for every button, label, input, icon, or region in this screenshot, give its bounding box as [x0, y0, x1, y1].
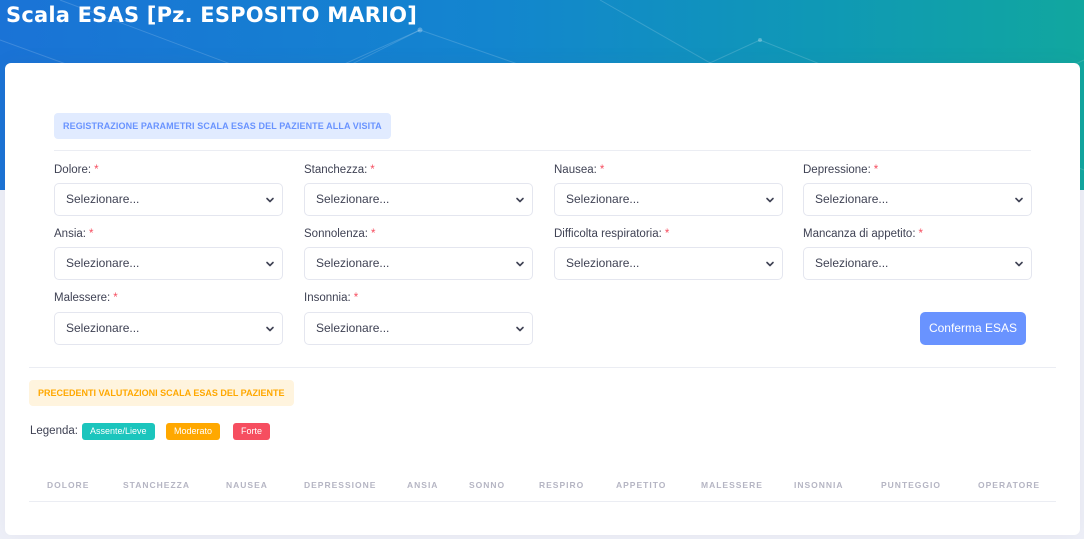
column-header-stanchezza[interactable]: STANCHEZZA — [123, 480, 190, 490]
select-ansia[interactable]: Selezionare... — [54, 247, 283, 280]
registration-section-title: REGISTRAZIONE PARAMETRI SCALA ESAS DEL P… — [54, 113, 391, 139]
column-header-operatore[interactable]: OPERATORE — [978, 480, 1040, 490]
label-difficolta-respiratoria: Difficolta respiratoria: * — [554, 228, 670, 240]
chevron-down-icon — [266, 261, 274, 267]
label-ansia: Ansia: * — [54, 228, 94, 240]
select-stanchezza[interactable]: Selezionare... — [304, 183, 533, 216]
chevron-down-icon — [1015, 197, 1023, 203]
column-header-dolore[interactable]: DOLORE — [47, 480, 89, 490]
select-insonnia[interactable]: Selezionare... — [304, 312, 533, 345]
select-depressione[interactable]: Selezionare... — [803, 183, 1032, 216]
chevron-down-icon — [1015, 261, 1023, 267]
chevron-down-icon — [516, 261, 524, 267]
chevron-down-icon — [516, 326, 524, 332]
chevron-down-icon — [516, 197, 524, 203]
select-difficolta-respiratoria[interactable]: Selezionare... — [554, 247, 783, 280]
select-dolore[interactable]: Selezionare... — [54, 183, 283, 216]
label-dolore: Dolore: * — [54, 164, 99, 176]
column-header-punteggio[interactable]: PUNTEGGIO — [881, 480, 941, 490]
chevron-down-icon — [766, 197, 774, 203]
confirm-esas-button[interactable]: Conferma ESAS — [920, 312, 1026, 345]
legend-forte: Forte — [233, 423, 271, 440]
label-nausea: Nausea: * — [554, 164, 605, 176]
divider — [54, 150, 1031, 151]
label-mancanza-appetito: Mancanza di appetito: * — [803, 228, 924, 240]
chevron-down-icon — [766, 261, 774, 267]
label-malessere: Malessere: * — [54, 292, 118, 304]
column-header-ansia[interactable]: ANSIA — [407, 480, 438, 490]
legend-assente-lieve: Assente/Lieve — [82, 423, 155, 440]
label-insonnia: Insonnia: * — [304, 292, 359, 304]
history-section-title: PRECEDENTI VALUTAZIONI SCALA ESAS DEL PA… — [29, 380, 294, 406]
column-header-appetito[interactable]: APPETITO — [616, 480, 666, 490]
table-divider — [29, 501, 1056, 502]
divider — [29, 367, 1056, 368]
legend-label: Legenda: — [30, 425, 78, 437]
label-stanchezza: Stanchezza: * — [304, 164, 375, 176]
legend-moderato: Moderato — [166, 423, 221, 440]
select-mancanza-appetito[interactable]: Selezionare... — [803, 247, 1032, 280]
chevron-down-icon — [266, 197, 274, 203]
select-nausea[interactable]: Selezionare... — [554, 183, 783, 216]
chevron-down-icon — [266, 326, 274, 332]
select-malessere[interactable]: Selezionare... — [54, 312, 283, 345]
column-header-sonno[interactable]: SONNO — [469, 480, 505, 490]
label-depressione: Depressione: * — [803, 164, 879, 176]
label-sonnolenza: Sonnolenza: * — [304, 228, 376, 240]
column-header-malessere[interactable]: MALESSERE — [701, 480, 763, 490]
column-header-respiro[interactable]: RESPIRO — [539, 480, 584, 490]
page-title: Scala ESAS [Pz. ESPOSITO MARIO] — [6, 3, 418, 27]
select-sonnolenza[interactable]: Selezionare... — [304, 247, 533, 280]
column-header-insonnia[interactable]: INSONNIA — [794, 480, 844, 490]
column-header-nausea[interactable]: NAUSEA — [226, 480, 268, 490]
column-header-depressione[interactable]: DEPRESSIONE — [304, 480, 376, 490]
